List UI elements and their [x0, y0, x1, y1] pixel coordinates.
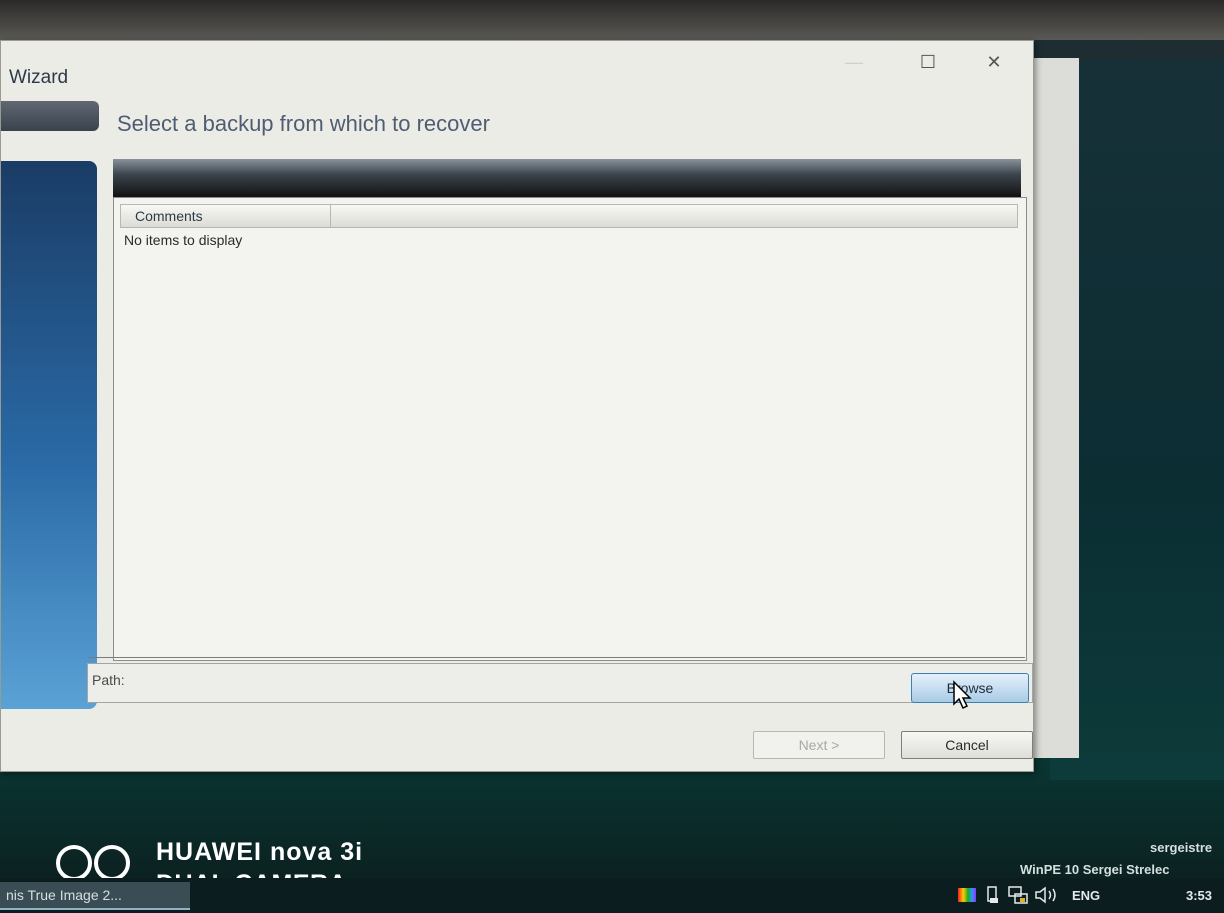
desktop-username: sergeistre — [1150, 840, 1213, 855]
color-app-icon[interactable] — [958, 888, 976, 902]
close-icon[interactable]: ✕ — [979, 49, 1009, 75]
window-title: Wizard — [9, 67, 69, 88]
sidebar-tab — [1, 101, 99, 131]
desktop-edition: WinPE 10 Sergei Strelec — [1020, 862, 1170, 877]
sidebar-panel — [1, 161, 97, 709]
taskbar-item[interactable]: nis True Image 2... — [0, 882, 190, 910]
path-input[interactable] — [136, 668, 900, 698]
network-icon[interactable] — [1008, 886, 1028, 904]
desktop: Wizard — ☐ ✕ Select a backup from which … — [0, 0, 1224, 913]
usb-icon[interactable] — [986, 886, 1000, 904]
column-comments[interactable]: Comments — [121, 205, 331, 227]
wizard-window: Wizard — ☐ ✕ Select a backup from which … — [0, 40, 1034, 772]
minimize-icon[interactable]: — — [839, 49, 869, 75]
maximize-icon[interactable]: ☐ — [913, 49, 943, 75]
path-label: Path: — [92, 672, 125, 688]
empty-list-message: No items to display — [124, 232, 243, 248]
cancel-button[interactable]: Cancel — [901, 731, 1033, 759]
volume-icon[interactable] — [1034, 886, 1060, 904]
clock[interactable]: 3:53 — [1186, 888, 1212, 903]
language-indicator[interactable]: ENG — [1072, 888, 1100, 903]
background-top — [0, 0, 1224, 40]
background-window — [1030, 58, 1079, 758]
wizard-heading: Select a backup from which to recover — [117, 111, 490, 136]
watermark-brand: HUAWEI nova 3i — [156, 838, 364, 866]
list-column-header: Comments — [120, 204, 1018, 228]
header-band — [113, 159, 1021, 197]
taskbar: nis True Image 2... ENG 3:53 — [0, 878, 1224, 913]
path-row: Path: — [87, 663, 1033, 703]
divider — [89, 657, 1025, 658]
backup-list[interactable]: Comments No items to display — [113, 197, 1027, 661]
next-button[interactable]: Next > — [753, 731, 885, 759]
